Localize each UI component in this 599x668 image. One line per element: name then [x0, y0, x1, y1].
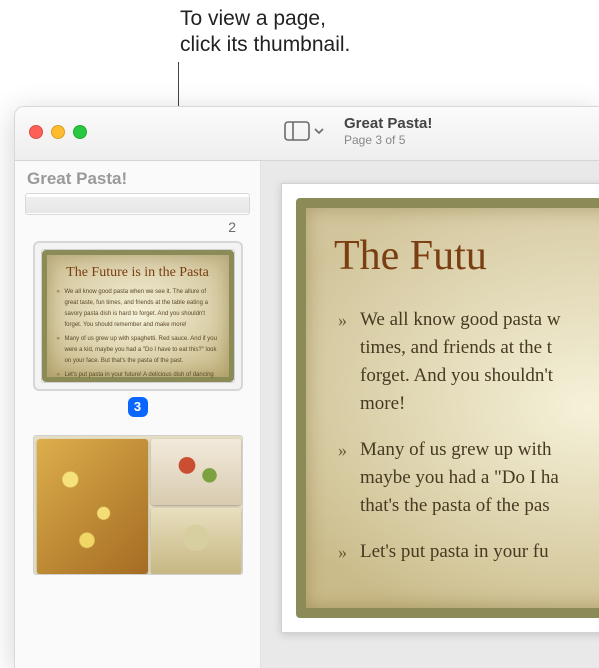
sidebar-heading: Great Pasta!	[27, 169, 248, 189]
thumb3-bullet: We all know good pasta when we see it. T…	[57, 287, 219, 331]
thumb3-bullet: Let's put pasta in your future! A delici…	[57, 370, 219, 383]
app-window: Great Pasta! Page 3 of 5 Great Pasta! 2 …	[14, 106, 599, 668]
thumb3-bullet: Many of us grew up with spaghetti. Red s…	[57, 334, 219, 367]
document-title: Great Pasta!	[344, 115, 432, 132]
page-bullet: We all know good pasta w times, and frie…	[334, 306, 599, 418]
thumbnail-page-3[interactable]: The Future is in the Pasta We all know g…	[33, 241, 243, 391]
main-canvas[interactable]: The Futu We all know good pasta w times,…	[261, 161, 599, 668]
page-3: The Futu We all know good pasta w times,…	[281, 183, 599, 633]
minimize-button[interactable]	[51, 125, 65, 139]
titlebar: Great Pasta! Page 3 of 5	[15, 107, 599, 161]
thumb4-photo-pasta	[37, 439, 148, 574]
page-title: The Futu	[334, 232, 599, 280]
thumbnail-page-4[interactable]	[33, 435, 243, 575]
zoom-button[interactable]	[73, 125, 87, 139]
close-button[interactable]	[29, 125, 43, 139]
page-bullet: Let's put pasta in your fu	[334, 538, 599, 566]
chevron-down-icon	[314, 121, 324, 141]
page-bullet: Many of us grew up with maybe you had a …	[334, 436, 599, 520]
thumbnail-sidebar: Great Pasta! 2 The Future is in the Past…	[15, 161, 261, 668]
callout-text: To view a page, click its thumbnail.	[180, 6, 350, 58]
thumbnail-3-badge: 3	[128, 397, 148, 417]
thumb4-photo-salad	[151, 439, 242, 505]
callout-line2: click its thumbnail.	[180, 33, 350, 56]
sidebar-toggle-button[interactable]	[278, 117, 330, 145]
thumbnail-2-label: 2	[25, 219, 250, 235]
document-title-block[interactable]: Great Pasta! Page 3 of 5	[344, 115, 432, 147]
thumb4-photo-bowl	[151, 508, 242, 574]
window-controls	[29, 125, 87, 139]
sidebar-icon	[284, 121, 310, 141]
thumb3-title: The Future is in the Pasta	[57, 265, 219, 281]
page-indicator: Page 3 of 5	[344, 133, 432, 147]
callout-line1: To view a page,	[180, 7, 326, 30]
thumbnail-page-1-partial[interactable]	[25, 193, 250, 215]
